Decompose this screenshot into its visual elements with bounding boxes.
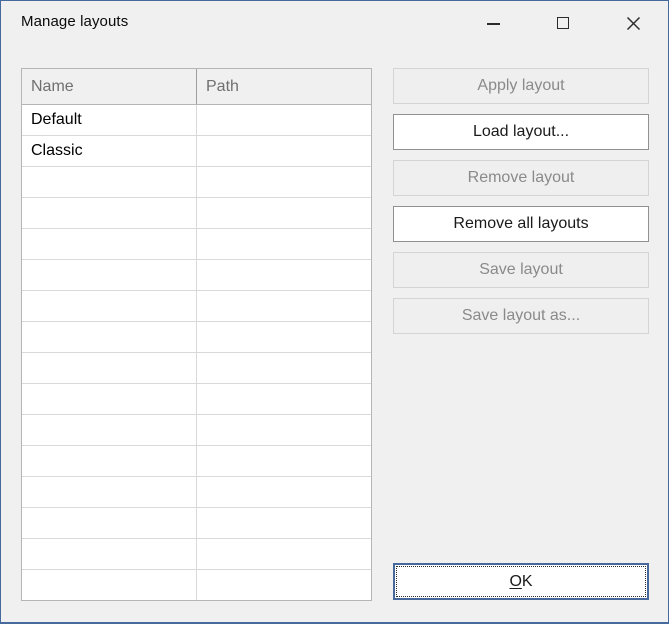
name-cell[interactable] [22, 384, 197, 414]
path-cell[interactable] [197, 198, 371, 228]
path-cell[interactable] [197, 322, 371, 352]
minimize-button[interactable] [458, 1, 528, 45]
name-cell[interactable] [22, 291, 197, 321]
name-cell[interactable] [22, 508, 197, 538]
ok-button[interactable]: OK [393, 563, 649, 600]
save-layout-button: Save layout [393, 252, 649, 288]
name-cell[interactable]: Default [22, 105, 197, 135]
path-cell[interactable] [197, 446, 371, 476]
table-row[interactable] [22, 415, 371, 446]
table-row[interactable] [22, 446, 371, 477]
table-row[interactable] [22, 198, 371, 229]
table-row[interactable]: Default [22, 105, 371, 136]
path-cell[interactable] [197, 291, 371, 321]
table-row[interactable] [22, 508, 371, 539]
maximize-button[interactable] [528, 1, 598, 45]
window-controls [458, 1, 668, 45]
layout-actions: Apply layout Load layout... Remove layout R… [393, 68, 649, 334]
name-cell[interactable] [22, 570, 197, 600]
layout-table-body: Default Classic [22, 105, 371, 600]
column-header-name: Name [22, 69, 197, 104]
name-cell[interactable] [22, 477, 197, 507]
name-cell[interactable] [22, 353, 197, 383]
table-row[interactable] [22, 291, 371, 322]
close-icon [626, 16, 640, 30]
window-title: Manage layouts [21, 13, 129, 30]
name-cell[interactable] [22, 198, 197, 228]
path-cell[interactable] [197, 353, 371, 383]
name-cell[interactable] [22, 539, 197, 569]
table-header-row: Name Path [22, 69, 371, 105]
layouts-table: Name Path Default Classic [21, 68, 372, 601]
table-row[interactable] [22, 477, 371, 508]
name-cell[interactable] [22, 415, 197, 445]
name-cell[interactable] [22, 446, 197, 476]
ok-button-mnemonic: O [509, 572, 522, 590]
path-cell[interactable] [197, 508, 371, 538]
table-row[interactable] [22, 260, 371, 291]
load-layout-button[interactable]: Load layout... [393, 114, 649, 150]
name-cell[interactable] [22, 167, 197, 197]
table-row[interactable] [22, 539, 371, 570]
table-row[interactable]: Classic [22, 136, 371, 167]
manage-layouts-dialog: Manage layouts Name Path Default Classic … [0, 0, 669, 624]
remove-all-layouts-button[interactable]: Remove all layouts [393, 206, 649, 242]
titlebar[interactable]: Manage layouts [1, 1, 668, 46]
path-cell[interactable] [197, 167, 371, 197]
name-cell[interactable] [22, 229, 197, 259]
path-cell[interactable] [197, 105, 371, 135]
table-row[interactable] [22, 353, 371, 384]
path-cell[interactable] [197, 477, 371, 507]
path-cell[interactable] [197, 136, 371, 166]
table-row[interactable] [22, 384, 371, 415]
path-cell[interactable] [197, 539, 371, 569]
maximize-icon [557, 17, 569, 29]
path-cell[interactable] [197, 229, 371, 259]
table-row[interactable] [22, 322, 371, 353]
close-button[interactable] [598, 1, 668, 45]
table-row[interactable] [22, 167, 371, 198]
ok-button-label-rest: K [521, 572, 533, 590]
name-cell[interactable]: Classic [22, 136, 197, 166]
name-cell[interactable] [22, 322, 197, 352]
path-cell[interactable] [197, 384, 371, 414]
apply-layout-button: Apply layout [393, 68, 649, 104]
path-cell[interactable] [197, 570, 371, 600]
minimize-icon [486, 23, 500, 25]
name-cell[interactable] [22, 260, 197, 290]
column-header-path: Path [206, 77, 239, 95]
remove-layout-button: Remove layout [393, 160, 649, 196]
path-cell[interactable] [197, 260, 371, 290]
table-row[interactable] [22, 570, 371, 600]
table-row[interactable] [22, 229, 371, 260]
path-cell[interactable] [197, 415, 371, 445]
save-layout-as-button: Save layout as... [393, 298, 649, 334]
